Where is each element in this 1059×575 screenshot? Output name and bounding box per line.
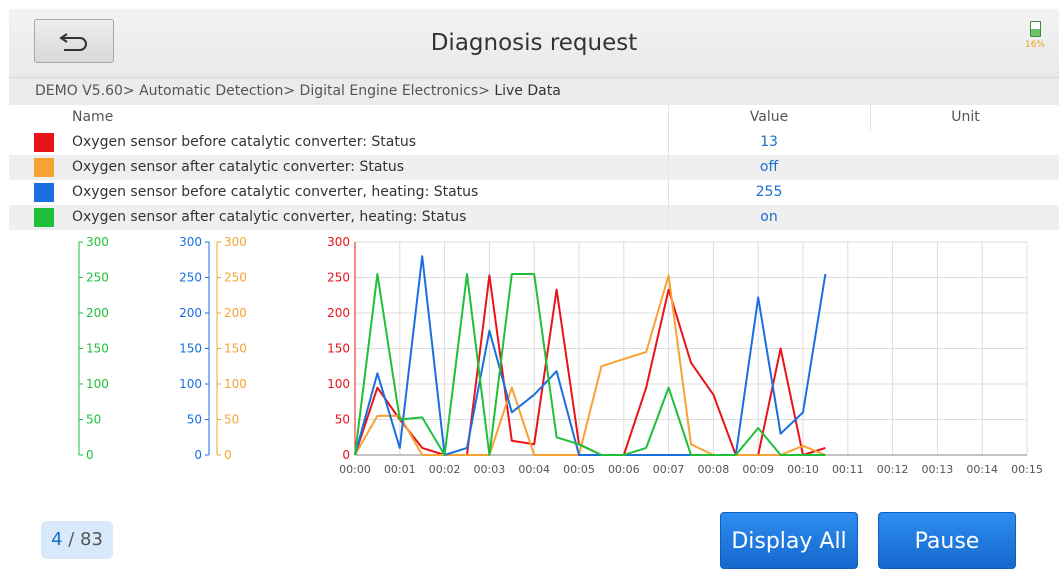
x-tick-label: 00:10 xyxy=(787,463,819,476)
table-row[interactable]: Oxygen sensor before catalytic converter… xyxy=(9,130,1059,155)
table-header: Name Value Unit xyxy=(9,105,1059,130)
x-tick-label: 00:01 xyxy=(384,463,416,476)
live-data-table: Name Value Unit Oxygen sensor before cat… xyxy=(9,105,1059,230)
series-line xyxy=(354,255,827,456)
page-indicator: 4 / 83 xyxy=(41,521,113,559)
x-tick-label: 00:04 xyxy=(518,463,550,476)
battery-level: 16% xyxy=(1024,40,1045,50)
header-bar: Diagnosis request 16% xyxy=(9,9,1059,78)
page-title: Diagnosis request xyxy=(430,30,638,56)
side-axis-label: 100 xyxy=(86,377,109,391)
x-tick-label: 00:03 xyxy=(474,463,506,476)
side-axis-label: 0 xyxy=(194,448,202,462)
x-tick-label: 00:02 xyxy=(429,463,461,476)
side-axis-label: 0 xyxy=(86,448,94,462)
series-color-swatch xyxy=(34,208,54,227)
side-axis-label: 250 xyxy=(224,271,247,285)
page-current: 4 xyxy=(51,529,63,550)
breadcrumb-current: Live Data xyxy=(494,83,561,99)
y-tick-label: 50 xyxy=(335,413,350,427)
x-tick-label: 00:09 xyxy=(742,463,774,476)
series-line xyxy=(354,274,826,456)
battery-icon xyxy=(1029,21,1041,37)
table-row[interactable]: Oxygen sensor after catalytic converter,… xyxy=(9,205,1059,230)
series-line xyxy=(354,274,826,456)
page-separator: / xyxy=(62,529,81,550)
side-axis-label: 150 xyxy=(179,342,202,356)
series-line xyxy=(354,273,826,456)
side-axis-label: 100 xyxy=(224,377,247,391)
row-name: Oxygen sensor before catalytic converter… xyxy=(72,184,479,200)
x-tick-label: 00:12 xyxy=(877,463,909,476)
live-data-chart: 05010015020025030000:00 00:01 00:02 00:03 00… xyxy=(78,235,1043,476)
x-tick-label: 00:08 xyxy=(698,463,730,476)
x-tick-label: 00:11 xyxy=(832,463,864,476)
side-axis-label: 300 xyxy=(179,235,202,249)
y-tick-label: 250 xyxy=(327,271,350,285)
side-axis-label: 50 xyxy=(187,413,202,427)
y-tick-label: 200 xyxy=(327,306,350,320)
pause-button[interactable]: Pause xyxy=(878,512,1016,569)
x-tick-label: 00:00 xyxy=(339,463,371,476)
side-axis-label: 300 xyxy=(224,235,247,249)
row-value: on xyxy=(668,205,869,230)
y-tick-label: 300 xyxy=(327,235,350,249)
x-tick-label: 00:13 xyxy=(922,463,954,476)
side-axis-label: 250 xyxy=(179,271,202,285)
y-tick-label: 100 xyxy=(327,377,350,391)
column-name: Name xyxy=(72,109,114,125)
row-name: Oxygen sensor after catalytic converter:… xyxy=(72,159,405,175)
column-value: Value xyxy=(668,105,869,130)
y-tick-label: 150 xyxy=(327,342,350,356)
series-color-swatch xyxy=(34,133,54,152)
y-tick-label: 0 xyxy=(342,448,350,462)
side-axis-label: 0 xyxy=(224,448,232,462)
side-axis-label: 200 xyxy=(86,306,109,320)
row-name: Oxygen sensor after catalytic converter,… xyxy=(72,209,467,225)
side-axis-label: 200 xyxy=(179,306,202,320)
x-tick-label: 00:07 xyxy=(653,463,685,476)
side-axis-label: 150 xyxy=(224,342,247,356)
row-value: 13 xyxy=(668,130,869,155)
display-all-button[interactable]: Display All xyxy=(720,512,858,569)
side-axis-label: 200 xyxy=(224,306,247,320)
side-axis-label: 50 xyxy=(86,413,101,427)
table-row[interactable]: Oxygen sensor after catalytic converter:… xyxy=(9,155,1059,180)
page-total: 83 xyxy=(80,529,103,550)
x-tick-label: 00:06 xyxy=(608,463,640,476)
series-color-swatch xyxy=(34,183,54,202)
breadcrumb: DEMO V5.60> Automatic Detection> Digital… xyxy=(9,78,1059,105)
side-axis-label: 300 xyxy=(86,235,109,249)
x-tick-label: 00:05 xyxy=(563,463,595,476)
row-value: off xyxy=(668,155,869,180)
x-tick-label: 00:14 xyxy=(966,463,998,476)
x-tick-label: 00:15 xyxy=(1011,463,1043,476)
column-unit: Unit xyxy=(870,105,1059,130)
table-row[interactable]: Oxygen sensor before catalytic converter… xyxy=(9,180,1059,205)
side-axis-label: 250 xyxy=(86,271,109,285)
row-value: 255 xyxy=(668,180,869,205)
row-name: Oxygen sensor before catalytic converter… xyxy=(72,134,416,150)
side-axis-label: 50 xyxy=(224,413,239,427)
breadcrumb-path: DEMO V5.60> Automatic Detection> Digital… xyxy=(35,83,495,99)
series-color-swatch xyxy=(34,158,54,177)
side-axis-label: 100 xyxy=(179,377,202,391)
battery-indicator: 16% xyxy=(1017,21,1053,50)
side-axis-label: 150 xyxy=(86,342,109,356)
